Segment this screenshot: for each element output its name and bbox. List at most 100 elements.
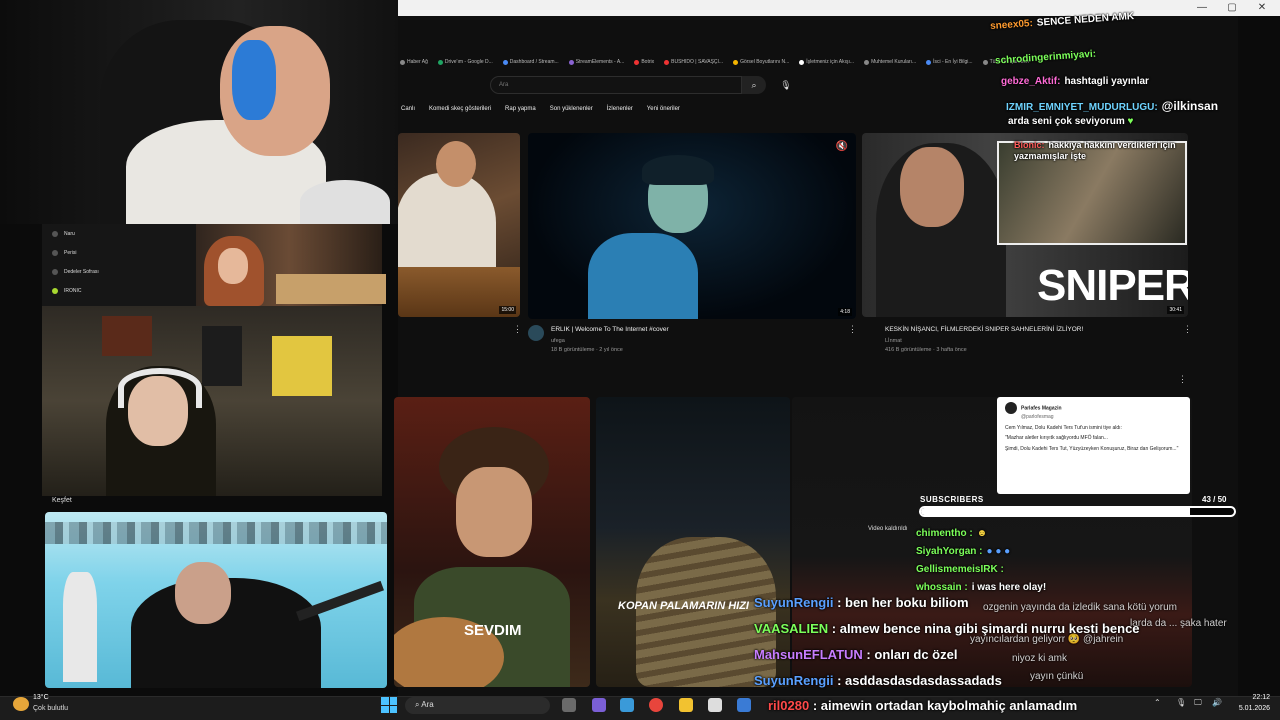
chip[interactable]: Canlı	[401, 106, 415, 116]
chat-message: IZMIR_EMNIYET_MUDURLUGU: @ilkinsan	[1006, 99, 1218, 113]
subs-goal-label: SUBSCRIBERS	[920, 495, 984, 504]
store-icon[interactable]	[708, 698, 722, 712]
channel-icon	[52, 249, 58, 256]
bookmark-label: StreamElements - A...	[575, 59, 625, 65]
volume-icon[interactable]: 🔊	[1212, 698, 1222, 707]
wall-poster	[272, 336, 332, 396]
app-icon[interactable]	[737, 698, 751, 712]
minimize-icon[interactable]: —	[1190, 2, 1214, 13]
close-icon[interactable]: ✕	[1250, 2, 1274, 13]
weather-icon[interactable]	[13, 697, 29, 711]
bookmark[interactable]: İsci - En İyi Bilgi...	[926, 59, 973, 65]
chat-faint: ozgenin yayında da izledik sana kötü yor…	[983, 602, 1178, 613]
chat-username: SuyunRengii	[754, 595, 834, 610]
microphone-icon[interactable]: 🎙	[1176, 698, 1186, 707]
chat-text: ben her boku biliom	[845, 595, 969, 610]
bookmark[interactable]: Drive'ım - Google D...	[437, 59, 493, 65]
preview-table	[276, 274, 386, 304]
bookmark[interactable]: Muhtemel Kuruları...	[864, 59, 916, 65]
sidebar-item[interactable]: Naru	[42, 224, 198, 243]
short-caption: SEVDIM	[464, 622, 522, 639]
heart-icon: ♥	[1127, 116, 1134, 127]
bookmark-label: Dashboard / Stream...	[509, 59, 559, 65]
microphone-arm	[296, 580, 384, 622]
teams-icon[interactable]	[592, 698, 606, 712]
channel-avatar[interactable]	[528, 325, 544, 341]
bookmark[interactable]: Botrix	[634, 59, 654, 65]
sidebar-item[interactable]: Dedeler Sofrası	[42, 262, 198, 281]
chat-username: gebze_Aktif:	[1001, 76, 1061, 87]
preview-face	[218, 248, 248, 284]
chat-message: MahsunEFLATUN : onları dc özel	[754, 647, 958, 662]
bookmark[interactable]: Haber Ağ	[400, 59, 428, 65]
chrome-icon[interactable]	[649, 698, 663, 712]
video-thumbnail[interactable]: 15:00	[398, 133, 520, 317]
video-thumbnail[interactable]: 🔇 4:18	[528, 133, 856, 319]
chat-username: VAASALIEN	[754, 621, 829, 636]
file-explorer-icon[interactable]	[679, 698, 693, 712]
explore-heading: Keşfet	[52, 497, 72, 504]
clock-date[interactable]: 5.01.2026	[1226, 705, 1270, 712]
chat-text: aImew bence nina gibi şimardi nurru kest…	[839, 621, 1140, 636]
chat-username: GellismemeisIRK :	[916, 564, 1004, 575]
guest-webcam	[42, 306, 382, 496]
bookmark[interactable]: İşletmeniz için Akışı...	[799, 59, 854, 65]
more-options-icon[interactable]: ⋮	[1183, 324, 1192, 335]
video-title[interactable]: ERLIK | Welcome To The Internet #cover	[551, 326, 669, 333]
channel-name[interactable]: Lİnmat	[885, 338, 902, 344]
sidebar-item-label: Dedeler Sofrası	[64, 268, 99, 275]
more-options-icon[interactable]: ⋮	[848, 324, 857, 335]
youtube-search-input[interactable]: Ara	[490, 76, 742, 94]
network-icon[interactable]: 🖵	[1194, 698, 1202, 708]
video-title[interactable]: KESKİN NİŞANCI, FİLMLERDEKİ SNIPER SAHNE…	[885, 326, 1083, 333]
copilot-icon[interactable]	[620, 698, 634, 712]
more-options-icon[interactable]: ⋮	[513, 324, 522, 335]
bookmark-label: Haber Ağ	[407, 59, 428, 65]
bookmark-label: Muhtemel Kuruları...	[871, 59, 917, 65]
sidebar-item[interactable]: IRONIC	[42, 281, 198, 300]
sidebar-item[interactable]: Perisi	[42, 243, 198, 262]
browser-titlebar	[398, 0, 1280, 16]
maximize-icon[interactable]: ▢	[1220, 2, 1244, 13]
taskbar-search[interactable]: ⌕ Ara	[405, 697, 550, 714]
chat-message: gebze_Aktif: hashtagli yayınlar	[1001, 76, 1149, 87]
short-thumbnail[interactable]: SEVDIM	[394, 397, 590, 687]
short-thumbnail[interactable]: KOPAN PALAMARIN HIZI	[596, 397, 790, 687]
emote-icon: ● ● ●	[986, 546, 1011, 557]
tweet-author: Parlafes Magazin	[1021, 405, 1062, 412]
bookmark[interactable]: Dashboard / Stream...	[502, 59, 559, 65]
bookmark-label: Botrix	[641, 59, 655, 65]
taskbar-search-label: Ara	[421, 700, 434, 709]
chip[interactable]: İzlenenler	[607, 106, 633, 116]
weather-temp[interactable]: 13°C	[33, 694, 49, 701]
chat-username: SiyahYorgan :	[916, 546, 983, 557]
channel-name[interactable]: ufega	[551, 338, 565, 344]
chip[interactable]: Son yüklenenler	[550, 106, 593, 116]
filter-chips: Canlı Komedi skeç gösterileri Rap yapma …	[401, 106, 680, 116]
chip[interactable]: Yeni öneriler	[647, 106, 680, 116]
mute-icon[interactable]: 🔇	[836, 141, 848, 152]
bookmark-label: İşletmeniz için Akışı...	[806, 59, 855, 65]
tweet-line: Cem Yılmaz, Dolu Kadehi Ters Tut'un ismi…	[1005, 424, 1122, 431]
start-icon[interactable]	[381, 697, 397, 713]
search-icon[interactable]: ⌕	[742, 76, 766, 94]
more-options-icon[interactable]: ⋮	[1178, 374, 1187, 385]
wall-poster	[202, 326, 242, 386]
video-duration: 4:18	[838, 308, 852, 316]
chat-message: SiyahYorgan : ● ● ●	[916, 546, 1010, 557]
bookmark[interactable]: Görsel Boyutlarını N...	[733, 59, 789, 65]
weather-status[interactable]: Çok bulutlu	[33, 705, 68, 712]
bookmark[interactable]: BUSHIDO | SAVAŞÇI...	[664, 59, 723, 65]
short-caption: KOPAN PALAMARIN HIZI	[618, 600, 749, 612]
windows-taskbar	[0, 696, 1280, 720]
statue	[63, 572, 97, 682]
clock-time[interactable]: 22:12	[1234, 694, 1270, 701]
task-view-icon[interactable]	[562, 698, 576, 712]
chip[interactable]: Komedi skeç gösterileri	[429, 106, 491, 116]
microphone-icon[interactable]: 🎙	[778, 77, 794, 93]
thumbnail-overlay-text: SNIPER	[1037, 261, 1188, 310]
tray-chevron-icon[interactable]: ⌃	[1154, 698, 1161, 707]
bookmark[interactable]: StreamElements - A...	[568, 59, 625, 65]
chip[interactable]: Rap yapma	[505, 106, 536, 116]
thumbnail-hair	[642, 155, 714, 185]
